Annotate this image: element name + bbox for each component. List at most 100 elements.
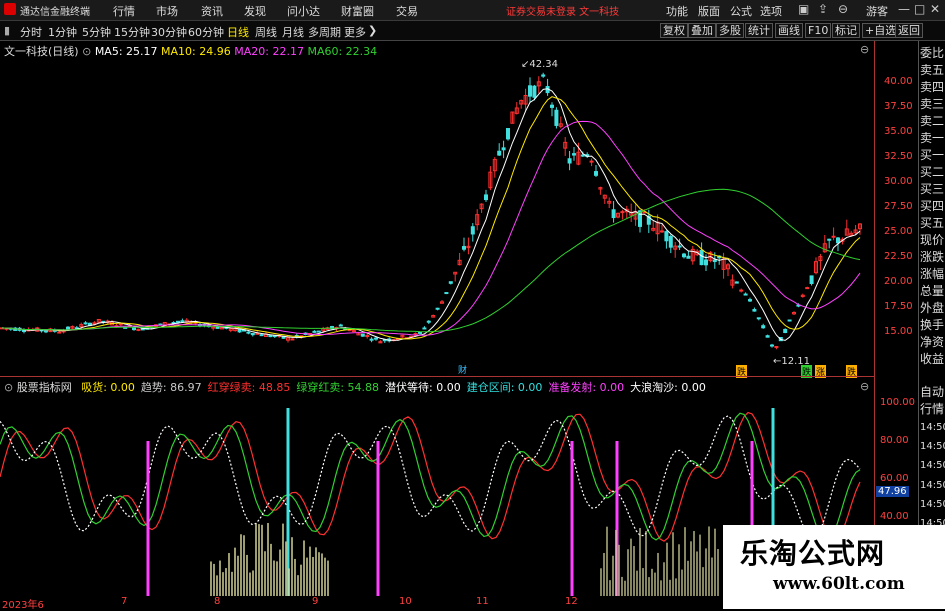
chevron-right-icon[interactable]: ❯ xyxy=(368,24,377,37)
side-panel-item[interactable]: 涨跌 xyxy=(920,251,944,263)
menu-item-discover[interactable]: 发现 xyxy=(244,3,266,19)
guest-user[interactable]: 游客 xyxy=(866,3,888,19)
period-tab-monthly[interactable]: 月线 xyxy=(282,24,304,40)
period-tab-intraday[interactable]: 分时 xyxy=(20,24,42,40)
candle-body xyxy=(752,309,757,312)
tool-stats[interactable]: 统计 xyxy=(745,23,773,38)
price-tick-label: 17.50 xyxy=(884,301,913,312)
tool-mark[interactable]: 标记 xyxy=(832,23,860,38)
tool-add-watchlist[interactable]: +自选 xyxy=(862,23,900,38)
share-icon[interactable]: ⇪ xyxy=(818,2,828,16)
side-panel-item[interactable]: 外盘 xyxy=(920,302,944,314)
indicator-item: 趋势: 86.97 xyxy=(140,381,202,394)
side-panel-item[interactable]: 委比 xyxy=(920,47,944,59)
menu-formula[interactable]: 公式 xyxy=(730,3,752,19)
candle-body xyxy=(338,324,343,327)
candle-body xyxy=(281,336,286,339)
side-panel-item[interactable]: 现价 xyxy=(920,234,944,246)
menu-item-market[interactable]: 市场 xyxy=(156,3,178,19)
side-panel-item[interactable]: 买三 xyxy=(920,183,944,195)
skin-icon[interactable]: ▣ xyxy=(798,2,809,16)
accumulation-bar xyxy=(216,575,218,596)
indicator-zoom-icon[interactable]: ⊖ xyxy=(860,380,869,393)
candle-body xyxy=(554,109,559,126)
candle-body xyxy=(506,128,510,140)
accumulation-bar xyxy=(687,560,689,596)
side-panel-item[interactable]: 自动 xyxy=(920,386,944,398)
period-tab-15min[interactable]: 15分钟 xyxy=(114,24,150,40)
accumulation-bar xyxy=(600,568,602,596)
side-panel-item[interactable]: 14:50 xyxy=(920,460,945,472)
panel-divider[interactable] xyxy=(0,376,875,377)
side-panel-item[interactable]: 总量 xyxy=(920,285,944,297)
tool-back[interactable]: 返回 xyxy=(895,23,923,38)
accumulation-bar xyxy=(708,526,710,596)
side-panel-item[interactable]: 14:50 xyxy=(920,422,945,434)
tool-f10[interactable]: F10 xyxy=(805,23,832,38)
side-panel-item[interactable]: 卖一 xyxy=(920,132,944,144)
side-panel-item[interactable]: 卖三 xyxy=(920,98,944,110)
side-panel-item[interactable]: 买五 xyxy=(920,217,944,229)
menu-item-trade[interactable]: 交易 xyxy=(396,3,418,19)
menu-item-quotes[interactable]: 行情 xyxy=(113,3,135,19)
candle-body xyxy=(497,150,502,156)
tool-overlay[interactable]: 叠加 xyxy=(688,23,716,38)
candle-body xyxy=(594,171,598,176)
menu-options[interactable]: 选项 xyxy=(760,3,782,19)
tool-draw[interactable]: 画线 xyxy=(775,23,803,38)
tool-multi-stock[interactable]: 多股 xyxy=(716,23,744,38)
side-panel-item[interactable]: 14:50 xyxy=(920,480,945,492)
candle-body xyxy=(316,330,321,333)
period-tab-daily[interactable]: 日线 xyxy=(227,24,249,40)
side-panel-item[interactable]: 行情 xyxy=(920,403,944,415)
indicator-item: 准备发射: 0.00 xyxy=(548,381,625,394)
side-panel-item[interactable]: 卖四 xyxy=(920,81,944,93)
maximize-icon[interactable]: □ xyxy=(914,2,925,16)
side-panel-item[interactable]: 换手 xyxy=(920,319,944,331)
candle-body xyxy=(668,235,673,248)
tool-adjust[interactable]: 复权 xyxy=(660,23,688,38)
accumulation-bar xyxy=(222,572,224,596)
period-tab-multi[interactable]: 多周期 xyxy=(308,24,341,40)
period-tab-30min[interactable]: 30分钟 xyxy=(151,24,187,40)
period-tab-more[interactable]: 更多 xyxy=(344,24,366,40)
lock-icon[interactable]: ⊖ xyxy=(838,2,848,16)
candle-body xyxy=(422,327,427,330)
panel-toggle-icon[interactable]: ▮ xyxy=(4,24,10,37)
indicator-tick-label: 80.00 xyxy=(880,435,909,446)
accumulation-bar xyxy=(288,568,290,596)
kline-chart[interactable] xyxy=(0,41,875,596)
menu-function[interactable]: 功能 xyxy=(666,3,688,19)
side-panel-item[interactable]: 卖二 xyxy=(920,115,944,127)
menu-layout[interactable]: 版面 xyxy=(698,3,720,19)
indicator-name[interactable]: 股票指标网 xyxy=(17,381,72,394)
side-panel-item[interactable]: 涨幅 xyxy=(920,268,944,280)
accumulation-bar xyxy=(273,560,275,596)
minimize-icon[interactable]: — xyxy=(898,2,910,16)
side-panel-item[interactable]: 买四 xyxy=(920,200,944,212)
side-panel-item[interactable]: 14:50 xyxy=(920,499,945,511)
candle-body xyxy=(686,255,691,259)
marker-finance[interactable]: 财 xyxy=(458,363,467,376)
side-panel-item[interactable]: 卖五 xyxy=(920,64,944,76)
menu-item-wealth[interactable]: 财富圈 xyxy=(341,3,374,19)
candle-body xyxy=(92,322,97,325)
menu-item-ask[interactable]: 问小达 xyxy=(287,3,320,19)
period-tab-1min[interactable]: 1分钟 xyxy=(48,24,77,40)
side-panel-item[interactable]: 净资 xyxy=(920,336,944,348)
candle-body xyxy=(268,335,273,338)
menu-item-news[interactable]: 资讯 xyxy=(201,3,223,19)
close-icon[interactable]: ✕ xyxy=(930,2,940,16)
candle-body xyxy=(550,104,554,108)
side-panel-item[interactable]: 14:50 xyxy=(920,441,945,453)
candle-body xyxy=(246,331,251,334)
settings-icon[interactable]: ⊙ xyxy=(4,381,13,394)
accumulation-bar xyxy=(717,549,719,596)
candle-body xyxy=(682,253,686,258)
side-panel-item[interactable]: 收益 xyxy=(920,353,944,365)
side-panel-item[interactable]: 买一 xyxy=(920,149,944,161)
side-panel-item[interactable]: 买二 xyxy=(920,166,944,178)
period-tab-60min[interactable]: 60分钟 xyxy=(188,24,224,40)
period-tab-weekly[interactable]: 周线 xyxy=(255,24,277,40)
period-tab-5min[interactable]: 5分钟 xyxy=(82,24,111,40)
